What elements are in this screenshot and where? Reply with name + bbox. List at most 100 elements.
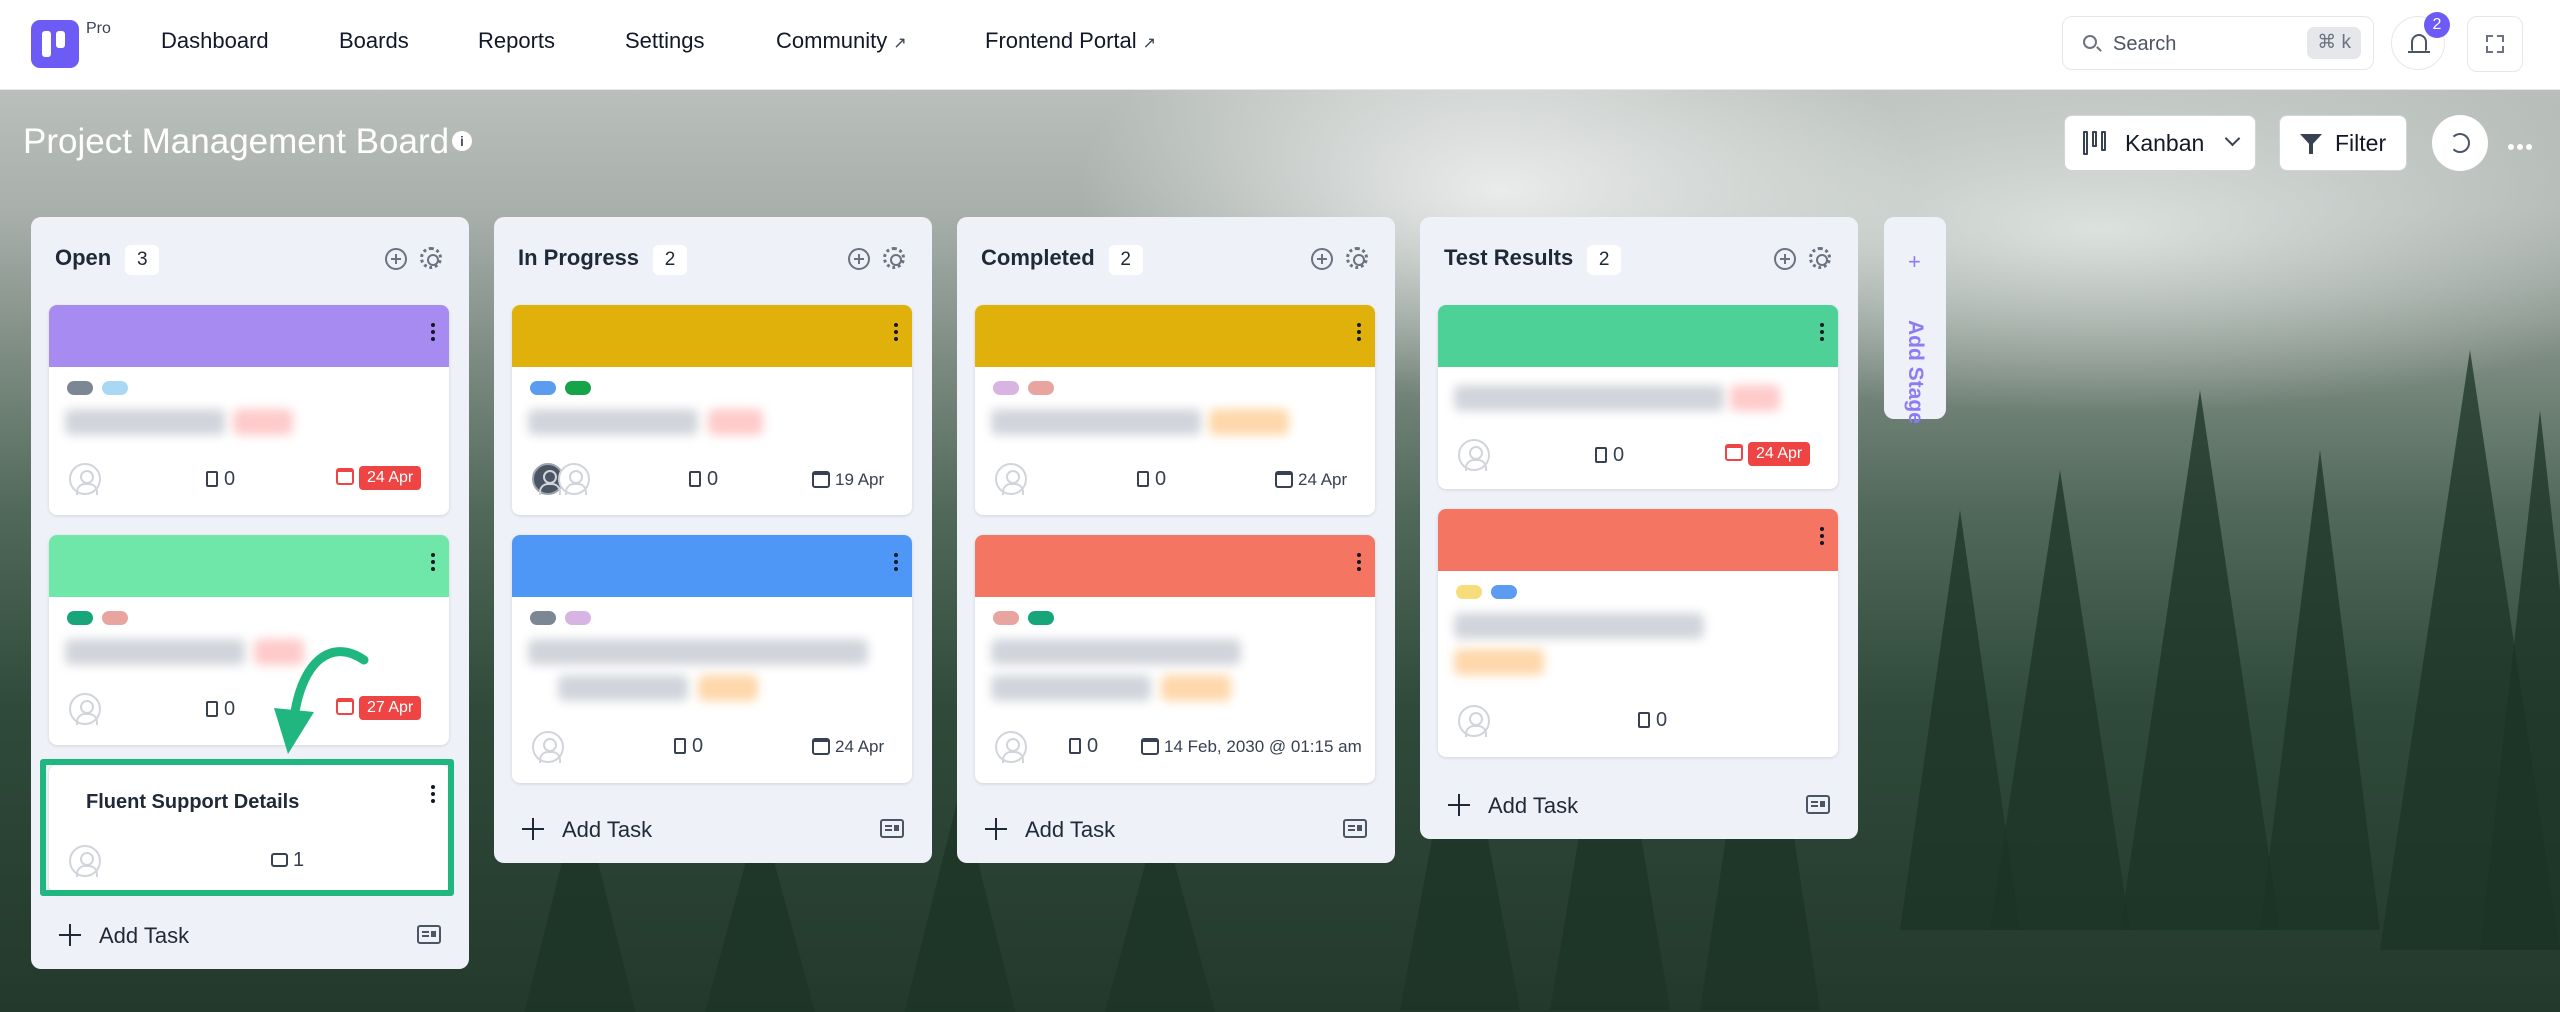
stage-name: Open: [55, 245, 112, 270]
calendar-icon: [1141, 738, 1159, 755]
card-menu-icon[interactable]: [431, 553, 435, 574]
app-logo[interactable]: [31, 20, 79, 68]
refresh-icon: [2450, 133, 2470, 153]
gear-icon[interactable]: [883, 247, 905, 269]
attachment-icon: [1638, 712, 1650, 728]
comment-count: 0: [689, 468, 718, 491]
filter-button[interactable]: Filter: [2279, 115, 2407, 171]
stage-completed: Completed 2 0 24 Apr 0 14 Feb, 2030 @ 01:…: [957, 217, 1395, 863]
assignee-avatar[interactable]: [532, 731, 564, 763]
gear-icon[interactable]: [1809, 247, 1831, 269]
attachment-icon: [1595, 447, 1607, 463]
card-cover: [975, 535, 1375, 597]
task-card[interactable]: 0 24 Apr: [512, 535, 912, 783]
gear-icon[interactable]: [420, 247, 442, 269]
due-date: 24 Apr: [812, 735, 884, 758]
task-card[interactable]: 0: [1438, 509, 1838, 757]
attachment-icon: [674, 738, 686, 754]
assignee-avatar[interactable]: [69, 463, 101, 495]
comment-count: 0: [1069, 735, 1098, 758]
card-menu-icon[interactable]: [1820, 527, 1824, 548]
stage-name: Test Results: [1444, 245, 1574, 270]
card-cover: [1438, 509, 1838, 571]
card-menu-icon[interactable]: [1820, 323, 1824, 344]
card-menu-icon[interactable]: [431, 323, 435, 344]
comment-count: 0: [206, 698, 235, 721]
add-task-icon[interactable]: [1774, 248, 1796, 270]
bell-icon: [2408, 34, 2430, 53]
add-task-icon[interactable]: [848, 248, 870, 270]
attachment-icon: [1069, 738, 1081, 754]
stage-header: Completed 2: [981, 245, 1143, 275]
task-card[interactable]: 0 24 Apr: [975, 305, 1375, 515]
add-task-button[interactable]: Add Task: [59, 923, 189, 949]
calendar-icon: [1725, 444, 1743, 461]
plus-icon: [59, 924, 81, 946]
add-stage-button[interactable]: + Add Stage: [1884, 217, 1946, 424]
nav-community[interactable]: Community ↗: [776, 28, 907, 54]
view-switcher-button[interactable]: Kanban: [2064, 115, 2256, 171]
due-date: 24 Apr: [1275, 468, 1347, 491]
attachment-icon: [689, 471, 701, 487]
stage-test-results: Test Results 2 0 24 Apr 0 Add Task: [1420, 217, 1858, 839]
assignee-avatar[interactable]: [1458, 439, 1490, 471]
task-card[interactable]: 0 24 Apr: [1438, 305, 1838, 489]
card-menu-icon[interactable]: [1357, 553, 1361, 574]
card-cover: [512, 535, 912, 597]
board-title: Project Management Board: [23, 122, 450, 161]
assignee-avatar[interactable]: [1458, 705, 1490, 737]
nav-dashboard[interactable]: Dashboard: [161, 28, 269, 54]
assignee-avatar[interactable]: [995, 731, 1027, 763]
due-date: 24 Apr: [336, 465, 422, 490]
card-menu-icon[interactable]: [894, 323, 898, 344]
assignee-avatar[interactable]: [558, 463, 590, 495]
stage-count: 2: [653, 245, 688, 275]
calendar-icon: [336, 468, 354, 485]
plus-icon: +: [1908, 249, 1921, 274]
add-task-button[interactable]: Add Task: [1448, 793, 1578, 819]
task-card[interactable]: 0 24 Apr: [49, 305, 449, 515]
assignee-avatar[interactable]: [69, 693, 101, 725]
calendar-icon: [812, 471, 830, 488]
task-template-icon[interactable]: [1806, 795, 1830, 814]
card-menu-icon[interactable]: [1357, 323, 1361, 344]
fullscreen-button[interactable]: [2467, 16, 2523, 72]
nav-frontend-portal[interactable]: Frontend Portal ↗: [985, 28, 1156, 54]
add-task-button[interactable]: Add Task: [985, 817, 1115, 843]
calendar-icon: [1275, 471, 1293, 488]
task-card[interactable]: 0 27 Apr: [49, 535, 449, 745]
gear-icon[interactable]: [1346, 247, 1368, 269]
task-template-icon[interactable]: [1343, 819, 1367, 838]
comment-count: 0: [206, 468, 235, 491]
attachment-icon: [206, 701, 218, 717]
nav-reports[interactable]: Reports: [478, 28, 555, 54]
info-icon[interactable]: i: [452, 131, 472, 151]
stage-name: In Progress: [518, 245, 640, 270]
more-options-button[interactable]: [2508, 137, 2535, 155]
task-template-icon[interactable]: [417, 925, 441, 944]
refresh-button[interactable]: [2432, 115, 2488, 171]
nav-settings[interactable]: Settings: [625, 28, 705, 54]
card-cover: [49, 305, 449, 367]
nav-boards[interactable]: Boards: [339, 28, 409, 54]
kanban-icon: [2083, 131, 2109, 155]
card-labels: [67, 381, 137, 400]
task-template-icon[interactable]: [880, 819, 904, 838]
filter-icon: [2300, 134, 2322, 154]
search-placeholder: Search: [2113, 33, 2177, 55]
comment-count: 0: [1137, 468, 1166, 491]
task-card[interactable]: 0 14 Feb, 2030 @ 01:15 am: [975, 535, 1375, 783]
add-task-button[interactable]: Add Task: [522, 817, 652, 843]
task-card[interactable]: 0 19 Apr: [512, 305, 912, 515]
add-task-icon[interactable]: [1311, 248, 1333, 270]
card-cover: [975, 305, 1375, 367]
assignee-avatar[interactable]: [995, 463, 1027, 495]
card-cover: [512, 305, 912, 367]
stage-count: 2: [1108, 245, 1143, 275]
external-link-icon: ↗: [893, 35, 907, 52]
stage-name: Completed: [981, 245, 1095, 270]
add-task-icon[interactable]: [385, 248, 407, 270]
search-box[interactable]: Search ⌘ k: [2062, 16, 2374, 70]
comment-count: 0: [674, 735, 703, 758]
card-menu-icon[interactable]: [894, 553, 898, 574]
